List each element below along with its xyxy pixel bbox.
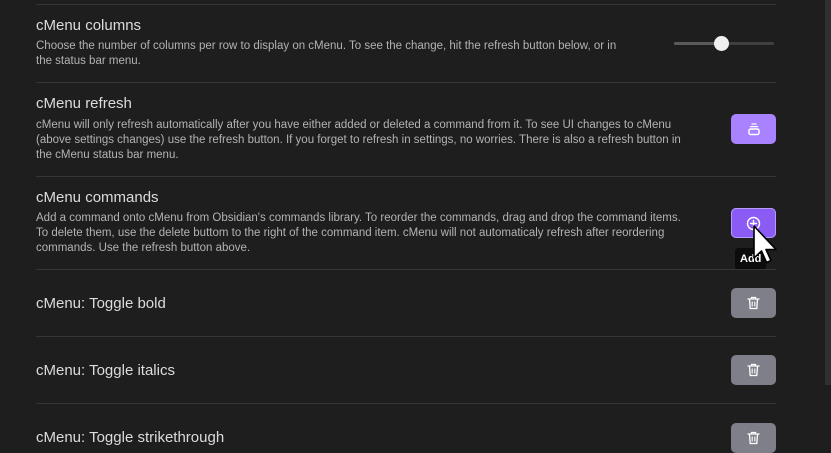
- divider: [36, 336, 776, 337]
- command-item-label[interactable]: cMenu: Toggle bold: [36, 295, 166, 312]
- trash-icon: [747, 363, 760, 377]
- trash-icon: [747, 431, 760, 445]
- command-item-label[interactable]: cMenu: Toggle strikethrough: [36, 429, 224, 446]
- setting-title-commands: cMenu commands: [36, 189, 159, 206]
- setting-description-commands: Add a command onto cMenu from Obsidian's…: [36, 212, 681, 254]
- columns-slider[interactable]: [674, 36, 774, 51]
- delete-command-button[interactable]: [731, 288, 776, 318]
- setting-description-columns: Choose the number of columns per row to …: [36, 40, 617, 67]
- divider: [36, 4, 776, 5]
- divider: [36, 403, 776, 404]
- trash-icon: [747, 296, 760, 310]
- divider: [36, 269, 776, 270]
- slider-thumb[interactable]: [714, 36, 729, 51]
- refresh-button[interactable]: [731, 114, 776, 144]
- delete-command-button[interactable]: [731, 423, 776, 453]
- divider: [36, 82, 776, 83]
- divider: [36, 176, 776, 177]
- mouse-cursor-icon: [752, 225, 778, 274]
- command-item-label[interactable]: cMenu: Toggle italics: [36, 362, 175, 379]
- setting-title-refresh: cMenu refresh: [36, 95, 132, 112]
- setting-description-refresh: cMenu will only refresh automatically af…: [36, 119, 681, 161]
- scrollbar[interactable]: [825, 0, 831, 385]
- refresh-stack-icon: [747, 122, 761, 136]
- settings-panel: cMenu columns Choose the number of colum…: [0, 0, 831, 453]
- setting-title-columns: cMenu columns: [36, 17, 142, 34]
- delete-command-button[interactable]: [731, 355, 776, 385]
